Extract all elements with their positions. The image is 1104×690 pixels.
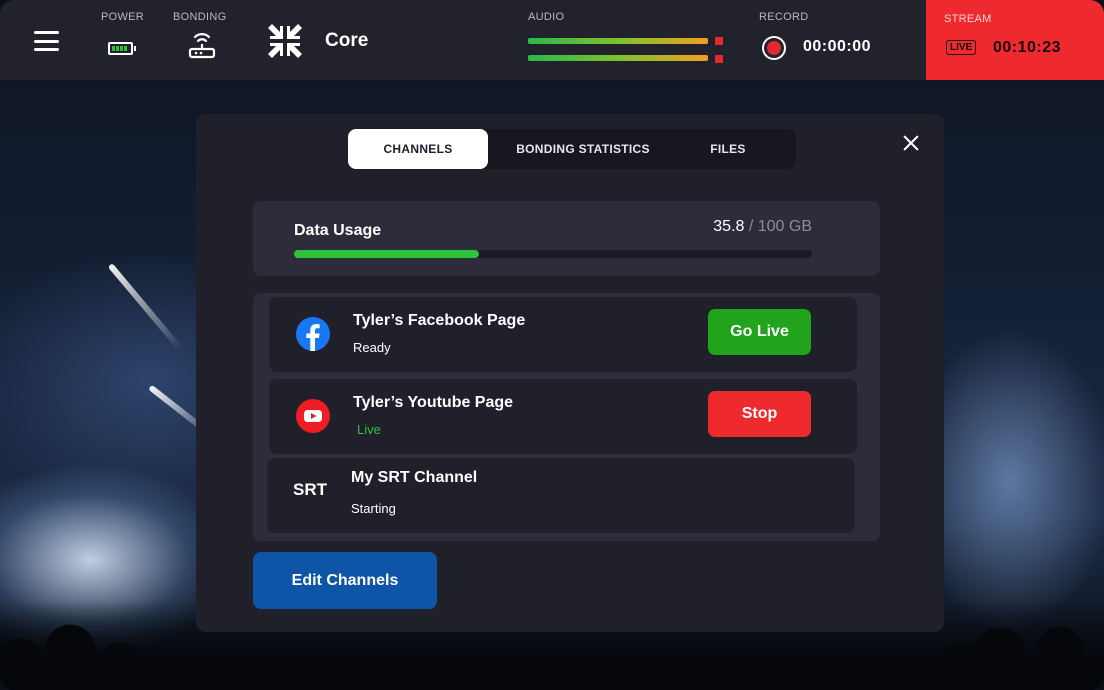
edit-channels-button[interactable]: Edit Channels: [253, 552, 437, 609]
record-icon[interactable]: [762, 36, 786, 60]
audio-peak-left: [715, 37, 723, 45]
data-usage-title: Data Usage: [294, 222, 382, 239]
data-usage-total: / 100 GB: [744, 218, 812, 235]
audio-peak-right: [715, 55, 723, 63]
stream-label: STREAM: [944, 13, 992, 25]
channel-name: Tyler’s Facebook Page: [353, 312, 526, 329]
audio-meter-left: [528, 38, 708, 44]
channel-name: My SRT Channel: [351, 469, 478, 486]
facebook-icon: [296, 317, 330, 351]
menu-icon[interactable]: [34, 31, 59, 51]
tab-bar: CHANNELS BONDING STATISTICS FILES: [348, 129, 796, 169]
channel-status: Ready: [353, 340, 391, 355]
audio-meter-right: [528, 55, 708, 61]
channel-row-srt[interactable]: SRT My SRT Channel Starting: [267, 458, 855, 533]
data-usage-value: 35.8 / 100 GB: [713, 218, 812, 236]
youtube-icon: [296, 399, 330, 433]
channel-status: Starting: [351, 501, 396, 516]
channels-modal: CHANNELS BONDING STATISTICS FILES Data U…: [196, 114, 944, 632]
channel-list: Tyler’s Facebook Page Ready Go Live Tyle…: [253, 293, 880, 541]
data-usage-bar: [294, 250, 812, 258]
data-usage-card: Data Usage 35.8 / 100 GB: [253, 201, 880, 276]
srt-icon: SRT: [293, 480, 327, 499]
router-icon: [188, 33, 216, 59]
go-live-button[interactable]: Go Live: [708, 309, 811, 355]
data-usage-used: 35.8: [713, 218, 745, 235]
channel-name: Tyler’s Youtube Page: [353, 394, 514, 411]
tab-files[interactable]: FILES: [678, 129, 778, 169]
top-status-bar: POWER BONDING Core AUDIO RECORD 00:00:00…: [0, 0, 1104, 80]
data-usage-bar-fill: [294, 250, 480, 258]
battery-icon: [108, 42, 136, 55]
core-compress-icon[interactable]: [266, 22, 304, 60]
tab-channels[interactable]: CHANNELS: [348, 129, 488, 169]
audio-label: AUDIO: [528, 11, 565, 23]
device-name: Core: [325, 30, 369, 51]
channel-status: Live: [357, 422, 381, 437]
channel-row-youtube[interactable]: Tyler’s Youtube Page Live Stop: [269, 379, 857, 454]
power-label: POWER: [101, 11, 145, 23]
tab-bonding-statistics[interactable]: BONDING STATISTICS: [498, 129, 668, 169]
record-label: RECORD: [759, 11, 809, 23]
stage-light-beam: [107, 263, 184, 352]
bonding-label: BONDING: [173, 11, 227, 23]
live-badge: LIVE: [946, 40, 977, 55]
channel-row-facebook[interactable]: Tyler’s Facebook Page Ready Go Live: [269, 297, 857, 372]
record-time: 00:00:00: [803, 38, 872, 55]
stop-button[interactable]: Stop: [708, 391, 811, 437]
stream-time: 00:10:23: [993, 39, 1062, 56]
stream-status[interactable]: STREAM LIVE 00:10:23: [926, 0, 1104, 80]
close-icon[interactable]: [900, 132, 922, 154]
app-screen: POWER BONDING Core AUDIO RECORD 00:00:00…: [0, 0, 1104, 690]
